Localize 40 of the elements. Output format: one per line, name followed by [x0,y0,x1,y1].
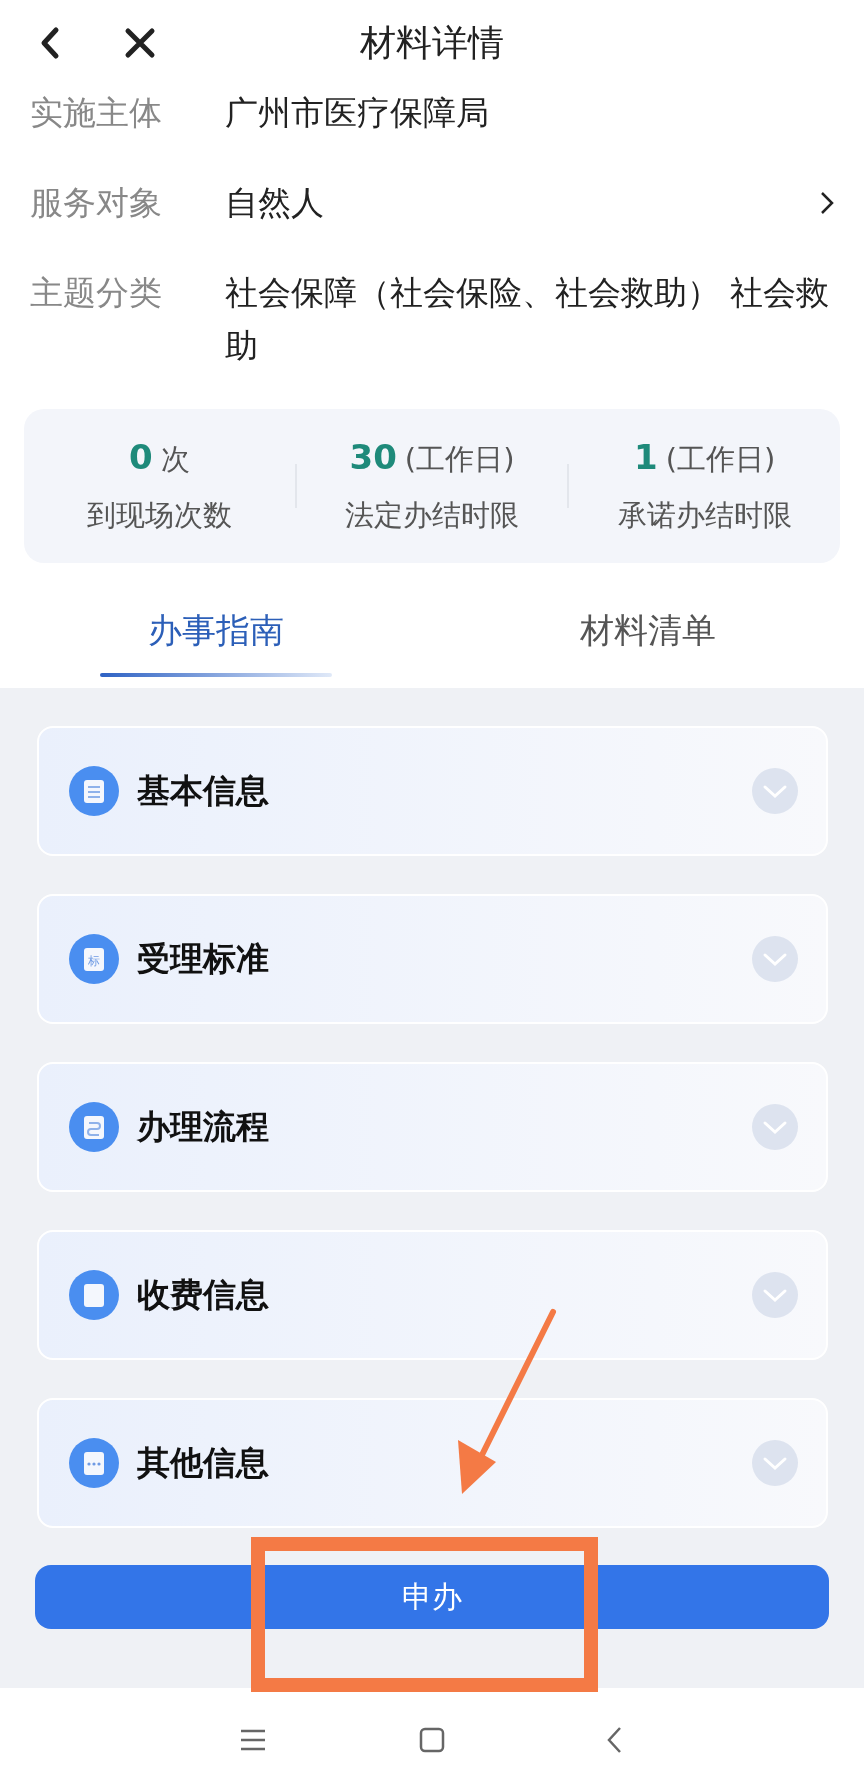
section-card[interactable]: 标 受理标准 [37,894,828,1024]
stat-label: 到现场次数 [86,496,232,534]
document-char-icon: 标 [69,934,119,984]
document-lines-icon [69,766,119,816]
tab[interactable]: 材料清单 [432,588,864,688]
section-title: 办理流程 [137,1105,270,1148]
section-card[interactable]: 收费信息 [37,1230,828,1360]
back-button[interactable] [40,26,60,60]
info-label: 服务对象 [30,182,163,224]
section-card[interactable]: 基本信息 [37,726,828,856]
section-card[interactable]: 其他信息 [37,1398,828,1528]
page-title: 材料详情 [360,20,504,65]
home-icon[interactable] [419,1726,445,1753]
back-icon[interactable] [606,1725,622,1754]
stat-value: 1 [634,436,658,477]
stat-value: 30 [349,436,397,477]
section-title: 受理标准 [137,937,270,980]
info-value: 自然人 [225,182,325,224]
stat-unit: 次 [160,440,190,478]
tab[interactable]: 办事指南 [0,588,432,688]
section-title: 基本信息 [137,769,270,812]
section-card[interactable]: 办理流程 [37,1062,828,1192]
info-value: 广州市医疗保障局 [225,92,490,134]
close-button[interactable] [124,27,156,59]
stat-unit: (工作日) [665,440,776,478]
info-value: 社会保障（社会保险、社会救助） 社会救助 [225,272,831,367]
section-title: 收费信息 [137,1273,270,1316]
menu-icon[interactable] [240,1728,266,1751]
section-title: 其他信息 [137,1441,270,1484]
document-icon [69,1270,119,1320]
flow-document-icon [69,1102,119,1152]
stat-label: 法定办结时限 [345,496,519,534]
chevron-right-icon[interactable] [820,191,834,215]
stat-label: 承诺办结时限 [617,496,792,534]
info-label: 主题分类 [30,272,163,314]
info-label: 实施主体 [30,92,163,134]
document-dots-icon [69,1438,119,1488]
stat-value: 0 [129,436,153,477]
apply-button[interactable]: 申办 [35,1565,829,1629]
stat-unit: (工作日) [404,440,515,478]
